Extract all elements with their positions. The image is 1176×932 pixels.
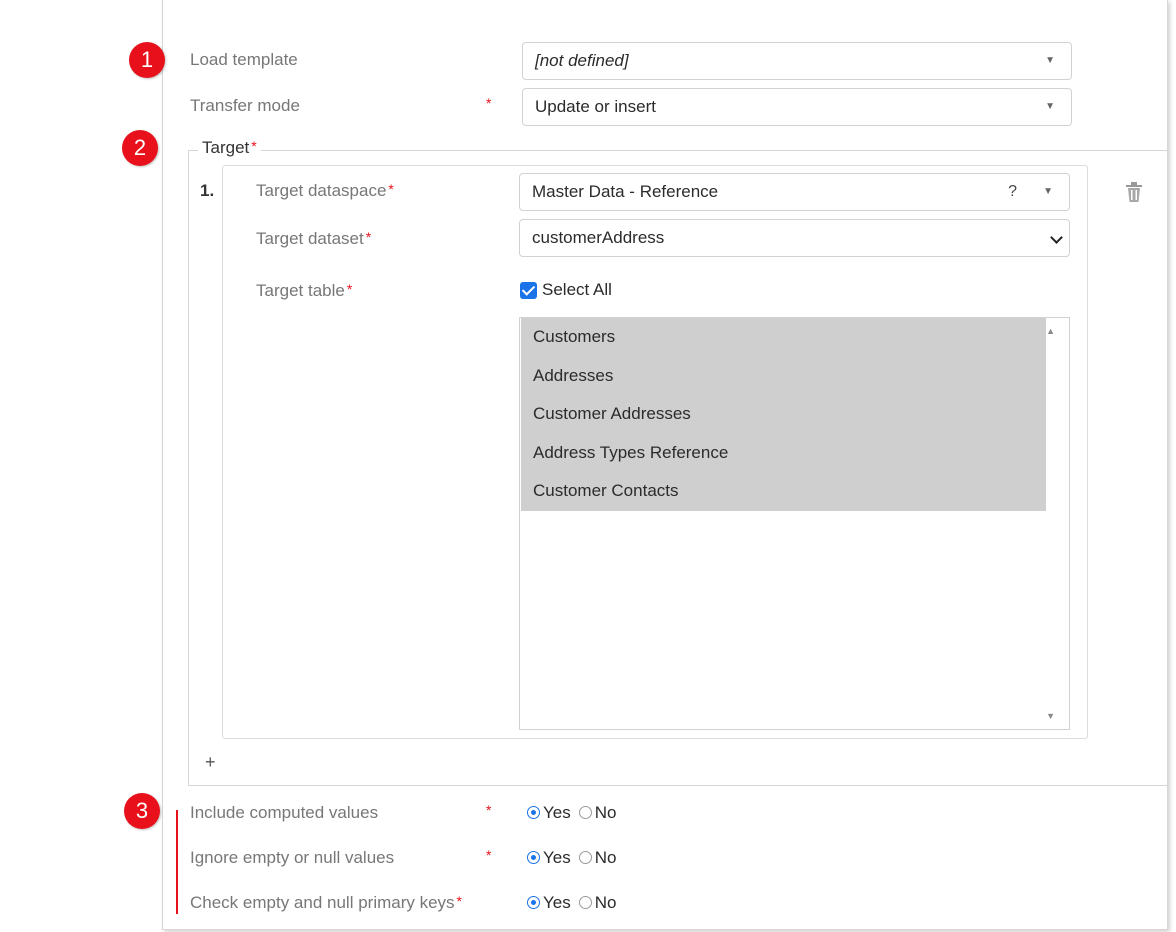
step-badge-2: 2 [122, 130, 158, 166]
required-marker: * [486, 95, 492, 111]
dropdown-caret-icon: ▼ [1045, 55, 1055, 66]
chevron-down-icon [1050, 231, 1063, 244]
target-dataspace-label: Target dataspace * [256, 181, 394, 201]
transfer-mode-label: Transfer mode [190, 96, 300, 115]
required-marker: * [365, 229, 372, 245]
target-dataset-value: customerAddress [532, 228, 665, 247]
list-item[interactable]: Customers [521, 318, 1046, 357]
select-all-checkbox[interactable] [520, 282, 537, 299]
target-dataspace-label-text: Target dataspace [256, 181, 387, 200]
include-computed-radio-group: Yes No [527, 803, 616, 823]
no-radio[interactable] [578, 896, 592, 909]
scroll-down-icon[interactable]: ▼ [1046, 711, 1055, 721]
list-item[interactable]: Customer Addresses [521, 395, 1046, 434]
target-dataset-label-text: Target dataset [256, 229, 364, 248]
target-dataset-select[interactable]: customerAddress [519, 219, 1070, 257]
highlight-bar [176, 810, 178, 914]
scroll-up-icon[interactable]: ▲ [1046, 326, 1055, 336]
transfer-mode-value: Update or insert [535, 97, 656, 116]
target-dataspace-select[interactable]: Master Data - Reference ? ▼ [519, 173, 1070, 211]
add-target-button[interactable]: + [205, 752, 216, 773]
ignore-empty-label: Ignore empty or null values [190, 848, 395, 867]
required-marker: * [251, 138, 257, 154]
yes-label[interactable]: Yes [543, 893, 571, 912]
yes-radio[interactable] [527, 806, 540, 819]
load-template-label: Load template [190, 50, 298, 69]
target-legend-text: Target [202, 138, 250, 157]
include-computed-label: Include computed values [190, 803, 379, 822]
required-marker: * [346, 281, 353, 297]
required-marker: * [486, 847, 492, 863]
no-label[interactable]: No [595, 803, 617, 822]
load-template-select[interactable]: [not defined] ▼ [522, 42, 1072, 80]
check-primary-keys-label-text: Check empty and null primary keys [190, 893, 455, 912]
select-all-label[interactable]: Select All [542, 280, 612, 300]
no-radio[interactable] [578, 806, 592, 819]
load-template-value: [not defined] [535, 51, 629, 70]
check-primary-keys-label: Check empty and null primary keys * [190, 893, 462, 913]
help-icon[interactable]: ? [1008, 174, 1017, 210]
yes-radio[interactable] [527, 896, 540, 909]
target-table-label: Target table * [256, 281, 352, 301]
required-marker: * [486, 802, 492, 818]
required-marker: * [388, 181, 394, 197]
step-badge-3: 3 [124, 793, 160, 829]
transfer-mode-select[interactable]: Update or insert ▼ [522, 88, 1072, 126]
target-legend: Target * [198, 138, 261, 158]
yes-label[interactable]: Yes [543, 848, 571, 867]
required-marker: * [456, 893, 462, 909]
no-label[interactable]: No [595, 848, 617, 867]
list-item[interactable]: Customer Contacts [521, 472, 1046, 511]
trash-icon[interactable] [1124, 181, 1144, 203]
no-label[interactable]: No [595, 893, 617, 912]
target-entry-index: 1. [200, 181, 215, 200]
target-table-label-text: Target table [256, 281, 345, 300]
step-badge-1: 1 [129, 42, 165, 78]
target-table-listbox[interactable]: Customers Addresses Customer Addresses A… [519, 317, 1070, 730]
ignore-empty-radio-group: Yes No [527, 848, 616, 868]
list-item[interactable]: Address Types Reference [521, 434, 1046, 473]
yes-radio[interactable] [527, 851, 540, 864]
no-radio[interactable] [578, 851, 592, 864]
dropdown-caret-icon: ▼ [1045, 101, 1055, 112]
dropdown-caret-icon: ▼ [1043, 186, 1053, 197]
yes-label[interactable]: Yes [543, 803, 571, 822]
list-item[interactable]: Addresses [521, 357, 1046, 396]
target-dataspace-value: Master Data - Reference [532, 182, 719, 201]
target-dataset-label: Target dataset * [256, 229, 371, 249]
check-primary-keys-radio-group: Yes No [527, 893, 616, 913]
